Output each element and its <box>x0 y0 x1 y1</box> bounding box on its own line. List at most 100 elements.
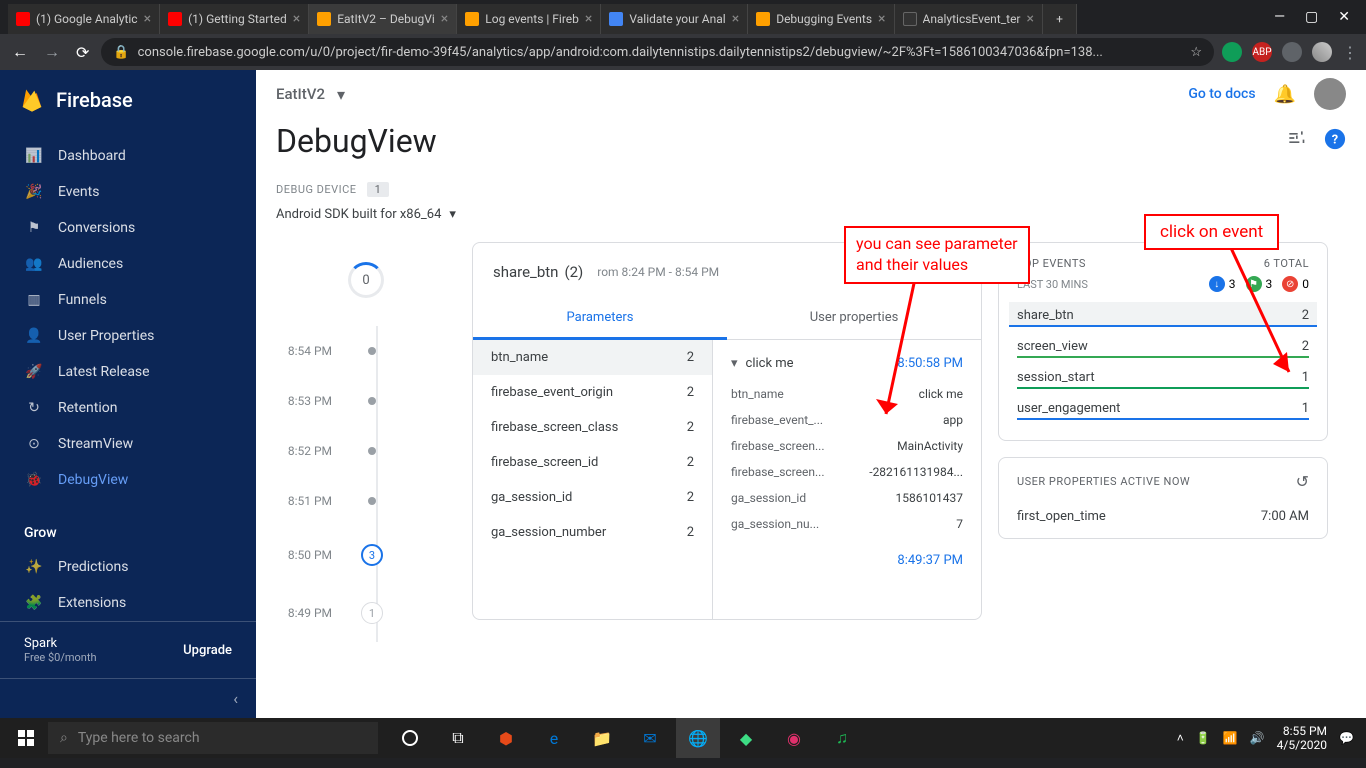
sidebar-item-audiences[interactable]: 👥Audiences <box>0 246 256 282</box>
browser-tab[interactable]: Debugging Events× <box>748 4 894 34</box>
sliders-icon[interactable] <box>1286 128 1306 155</box>
office-icon[interactable]: ⬢ <box>484 718 528 758</box>
ext-abp-icon[interactable]: ABP <box>1252 42 1272 62</box>
parameter-row[interactable]: firebase_screen_id2 <box>473 445 712 480</box>
parameter-detail: ▾ click me 8:50:58 PM btn_nameclick mefi… <box>713 340 981 620</box>
close-icon[interactable]: × <box>732 11 739 27</box>
user-property-row[interactable]: first_open_time7:00 AM <box>1017 491 1309 524</box>
prev-instance-time[interactable]: 8:49:37 PM <box>897 553 963 568</box>
sidebar-item-events[interactable]: 🎉Events <box>0 174 256 210</box>
tab-parameters[interactable]: Parameters <box>473 298 727 340</box>
close-icon[interactable]: ✕ <box>1338 9 1350 25</box>
close-icon[interactable]: × <box>293 11 300 27</box>
timeline-row[interactable]: 8:49 PM1 <box>276 584 456 642</box>
sidebar-item-predictions[interactable]: ✨Predictions <box>0 549 256 585</box>
expand-icon[interactable]: ▾ <box>731 356 738 371</box>
event-name: screen_view <box>1017 339 1088 354</box>
parameter-row[interactable]: firebase_event_origin2 <box>473 375 712 410</box>
help-icon[interactable]: ? <box>1324 128 1346 155</box>
sidebar-item-extensions[interactable]: 🧩Extensions <box>0 585 256 621</box>
edge-icon[interactable]: e <box>532 718 576 758</box>
browser-tab[interactable]: (1) Getting Started× <box>160 4 309 34</box>
upgrade-button[interactable]: Upgrade <box>183 643 232 658</box>
ext-puzzle-icon[interactable] <box>1282 42 1302 62</box>
sidebar-item-dashboard[interactable]: 📊Dashboard <box>0 138 256 174</box>
browser-tab[interactable]: EatItV2 – DebugVi× <box>309 4 457 34</box>
chrome-icon[interactable]: 🌐 <box>676 718 720 758</box>
timeline-row[interactable]: 8:53 PM <box>276 376 456 426</box>
reload-icon[interactable]: ⟳ <box>72 39 93 66</box>
close-icon[interactable]: × <box>441 11 448 27</box>
task-view-icon[interactable]: ⧉ <box>436 718 480 758</box>
action-center-icon[interactable]: 💬 <box>1339 731 1354 745</box>
debug-device-count: 1 <box>367 182 390 197</box>
star-icon[interactable]: ☆ <box>1190 45 1202 60</box>
url-input[interactable]: 🔒 console.firebase.google.com/u/0/projec… <box>101 38 1214 66</box>
taskbar-search[interactable]: ⌕ Type here to search <box>48 722 378 754</box>
browser-tab[interactable]: Log events | Fireb× <box>457 4 601 34</box>
top-event-row[interactable]: user_engagement1 <box>1017 395 1309 420</box>
kebab-icon[interactable]: ⋮ <box>1342 43 1358 62</box>
spotify-icon[interactable]: ♫ <box>820 718 864 758</box>
timeline-row[interactable]: 8:51 PM <box>276 476 456 526</box>
sidebar-item-latest-release[interactable]: 🚀Latest Release <box>0 354 256 390</box>
sidebar-item-debugview[interactable]: 🐞DebugView <box>0 462 256 498</box>
timeline-row[interactable]: 8:50 PM3 <box>276 526 456 584</box>
ext-evernote-icon[interactable] <box>1222 42 1242 62</box>
close-icon[interactable]: × <box>144 11 151 27</box>
close-icon[interactable]: × <box>585 11 592 27</box>
sidebar-item-conversions[interactable]: ⚑Conversions <box>0 210 256 246</box>
user-avatar[interactable] <box>1314 78 1346 110</box>
system-clock[interactable]: 8:55 PM 4/5/2020 <box>1277 724 1327 753</box>
instance-value: click me <box>746 356 794 371</box>
new-tab-button[interactable]: + <box>1043 4 1077 34</box>
browser-tab[interactable]: AnalyticsEvent_ter × <box>895 4 1043 34</box>
sidebar-item-user-properties[interactable]: 👤User Properties <box>0 318 256 354</box>
kv-value: MainActivity <box>897 439 963 453</box>
sidebar-item-streamview[interactable]: ⊙StreamView <box>0 426 256 462</box>
plan-card: Spark Free $0/month Upgrade <box>0 621 256 678</box>
arrow-icon <box>856 274 936 434</box>
predictions-icon: ✨ <box>24 557 44 577</box>
tab-title: AnalyticsEvent_ter <box>923 12 1021 26</box>
timeline-time: 8:52 PM <box>276 444 332 458</box>
maximize-icon[interactable]: ▢ <box>1305 9 1318 25</box>
tab-user-properties[interactable]: User properties <box>727 298 981 339</box>
parameter-row[interactable]: btn_name2 <box>473 340 712 375</box>
browser-tab[interactable]: Validate your Anal× <box>601 4 748 34</box>
parameter-row[interactable]: firebase_screen_class2 <box>473 410 712 445</box>
notifications-icon[interactable]: 🔔 <box>1274 84 1296 105</box>
cortana-icon[interactable] <box>388 718 432 758</box>
parameter-row[interactable]: ga_session_id2 <box>473 480 712 515</box>
profile-avatar-icon[interactable] <box>1312 42 1332 62</box>
kv-key: firebase_event_... <box>731 413 823 427</box>
parameter-row[interactable]: ga_session_number2 <box>473 515 712 550</box>
battery-icon[interactable]: 🔋 <box>1196 731 1211 745</box>
minimize-icon[interactable]: — <box>1274 9 1285 25</box>
docs-link[interactable]: Go to docs <box>1188 86 1255 102</box>
brand[interactable]: Firebase <box>0 70 256 130</box>
plan-price: Free $0/month <box>24 651 97 664</box>
timeline-row[interactable]: 8:52 PM <box>276 426 456 476</box>
close-icon[interactable]: × <box>1027 11 1034 27</box>
volume-icon[interactable]: 🔊 <box>1250 731 1265 745</box>
tray-chevron-icon[interactable]: ˄ <box>1177 731 1184 745</box>
sidebar-item-retention[interactable]: ↻Retention <box>0 390 256 426</box>
sidebar-item-label: Extensions <box>58 595 126 611</box>
back-icon[interactable]: ← <box>8 38 32 66</box>
browser-tab[interactable]: (1) Google Analytic× <box>8 4 160 34</box>
forward-icon[interactable]: → <box>40 38 64 66</box>
sidebar-item-funnels[interactable]: ▥Funnels <box>0 282 256 318</box>
wifi-icon[interactable]: 📶 <box>1223 731 1238 745</box>
start-button[interactable] <box>4 718 48 758</box>
timeline-row[interactable]: 8:54 PM <box>276 326 456 376</box>
mail-icon[interactable]: ✉ <box>628 718 672 758</box>
explorer-icon[interactable]: 📁 <box>580 718 624 758</box>
project-selector[interactable]: EatItV2 <box>276 85 325 103</box>
history-icon[interactable]: ↺ <box>1296 472 1309 491</box>
collapse-sidebar-button[interactable]: ‹ <box>0 678 256 718</box>
chevron-down-icon[interactable]: ▾ <box>337 85 345 104</box>
close-icon[interactable]: × <box>878 11 885 27</box>
instagram-icon[interactable]: ◉ <box>772 718 816 758</box>
androidstudio-icon[interactable]: ◆ <box>724 718 768 758</box>
